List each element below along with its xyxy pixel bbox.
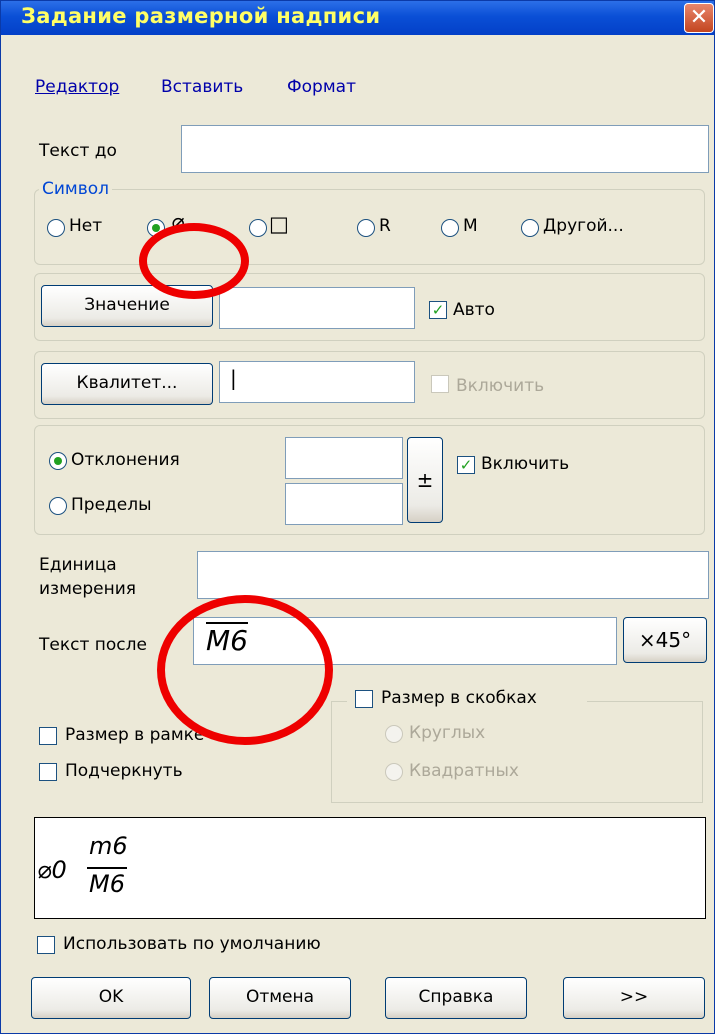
limits-label: Пределы bbox=[71, 495, 152, 515]
quality-button[interactable]: Квалитет... bbox=[41, 363, 213, 405]
deviations-radio[interactable] bbox=[49, 452, 67, 470]
menu-label: Вставить bbox=[161, 77, 244, 97]
deviation-enable-checkbox[interactable]: ✓ bbox=[457, 456, 475, 474]
brackets-checkbox[interactable] bbox=[355, 690, 373, 708]
plus-minus-icon: ± bbox=[416, 468, 434, 492]
annotation-ellipse-symbol bbox=[139, 223, 249, 299]
upper-deviation-input[interactable] bbox=[285, 437, 403, 479]
title-bar[interactable]: Задание размерной надписи ✕ bbox=[1, 1, 714, 35]
symbol-other-radio[interactable] bbox=[521, 219, 539, 237]
menu-item-format[interactable]: Формат bbox=[287, 77, 356, 97]
preview-top: m6 bbox=[89, 832, 128, 860]
close-button[interactable]: ✕ bbox=[684, 3, 714, 33]
menu-item-editor[interactable]: Редактор bbox=[35, 77, 119, 97]
preview-prefix: ⌀0 bbox=[37, 856, 67, 884]
unit-label-line2: измерения bbox=[39, 579, 137, 599]
symbol-r-label: R bbox=[379, 216, 391, 236]
symbol-none-radio[interactable] bbox=[47, 219, 65, 237]
round-brackets-radio[interactable] bbox=[385, 725, 403, 743]
cancel-button[interactable]: Отмена bbox=[209, 977, 351, 1019]
chamfer-45-button[interactable]: ×45° bbox=[623, 617, 707, 663]
preview-fraction-line bbox=[87, 867, 127, 869]
brackets-label: Размер в скобках bbox=[381, 688, 537, 708]
auto-label: Авто bbox=[453, 300, 495, 320]
symbol-square-radio[interactable] bbox=[249, 219, 267, 237]
value-button-label: Значение bbox=[84, 295, 170, 315]
preview-box: ⌀0 m6 M6 bbox=[34, 817, 706, 919]
plus-minus-button[interactable]: ± bbox=[407, 437, 443, 523]
annotation-ellipse-text-after bbox=[157, 595, 333, 745]
help-label: Справка bbox=[418, 987, 494, 1007]
cancel-label: Отмена bbox=[245, 987, 315, 1007]
square-brackets-label: Квадратных bbox=[409, 761, 519, 781]
square-brackets-radio[interactable] bbox=[385, 763, 403, 781]
symbol-m-radio[interactable] bbox=[441, 219, 459, 237]
preview-bottom: M6 bbox=[89, 870, 125, 898]
quality-enable-label: Включить bbox=[456, 376, 545, 396]
window-title: Задание размерной надписи bbox=[21, 4, 381, 28]
underline-label: Подчеркнуть bbox=[65, 761, 183, 781]
text-after-label: Текст после bbox=[39, 635, 147, 655]
auto-checkbox[interactable]: ✓ bbox=[429, 301, 447, 319]
value-input[interactable] bbox=[219, 287, 415, 329]
symbol-other-label: Другой... bbox=[543, 216, 624, 236]
ok-label: OK bbox=[98, 987, 124, 1007]
deviation-enable-label: Включить bbox=[481, 454, 570, 474]
chamfer-45-label: ×45° bbox=[638, 628, 692, 652]
unit-input[interactable] bbox=[197, 551, 709, 599]
frame-checkbox[interactable] bbox=[39, 727, 57, 745]
unit-label-line1: Единица bbox=[39, 555, 117, 575]
limits-radio[interactable] bbox=[49, 497, 67, 515]
lower-deviation-input[interactable] bbox=[285, 483, 403, 525]
symbol-none-label: Нет bbox=[69, 216, 103, 236]
deviations-label: Отклонения bbox=[71, 450, 180, 470]
menu-item-insert[interactable]: Вставить bbox=[161, 77, 243, 97]
quality-button-label: Квалитет... bbox=[76, 373, 178, 393]
more-label: >> bbox=[619, 987, 649, 1007]
more-button[interactable]: >> bbox=[563, 977, 705, 1019]
underline-checkbox[interactable] bbox=[39, 763, 57, 781]
menu-label: Редактор bbox=[35, 77, 120, 97]
symbol-legend: Символ bbox=[39, 179, 113, 199]
default-label: Использовать по умолчанию bbox=[63, 934, 321, 954]
quality-input[interactable]: | bbox=[219, 361, 415, 403]
menu-label: Формат bbox=[287, 77, 356, 97]
text-before-label: Текст до bbox=[39, 141, 117, 161]
help-button[interactable]: Справка bbox=[385, 977, 527, 1019]
dialog-window: Задание размерной надписи ✕ Редактор Вст… bbox=[0, 0, 715, 1034]
round-brackets-label: Круглых bbox=[409, 723, 486, 743]
symbol-m-label: M bbox=[463, 216, 478, 236]
square-icon: □ bbox=[269, 212, 289, 236]
symbol-r-radio[interactable] bbox=[357, 219, 375, 237]
quality-enable-checkbox[interactable] bbox=[431, 375, 449, 393]
text-before-input[interactable] bbox=[181, 125, 709, 173]
ok-button[interactable]: OK bbox=[31, 977, 191, 1019]
brackets-group bbox=[331, 701, 703, 803]
frame-label: Размер в рамке bbox=[65, 725, 205, 745]
default-checkbox[interactable] bbox=[37, 936, 55, 954]
